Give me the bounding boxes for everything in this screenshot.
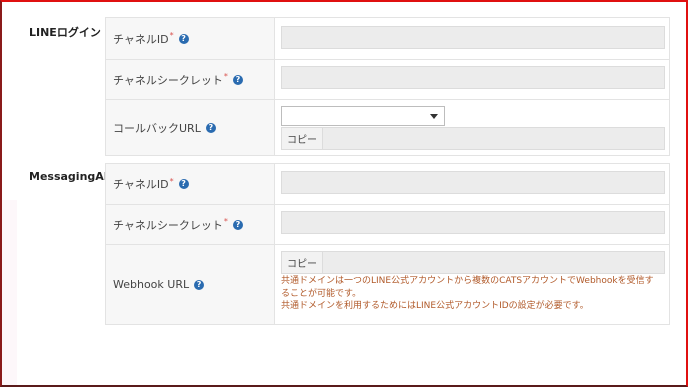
callback-url-select[interactable] [281, 106, 445, 126]
webhook-note-line: 共通ドメインは一つのLINE公式アカウントから複数のCATSアカウントでWebh… [281, 276, 654, 286]
required-mark: * [169, 176, 174, 186]
line-login-callback-url-label: コールバックURL ? [106, 100, 275, 155]
messaging-channel-id-cell [275, 164, 669, 204]
line-login-channel-secret-label: チャネルシークレット * ? [106, 60, 275, 99]
messaging-api-panel: チャネルID * ? チャネルシークレット * ? Webhook URL ? … [105, 163, 670, 325]
line-login-section-title: LINEログイン [29, 26, 101, 39]
line-login-callback-url-row: コールバックURL ? コピー [106, 100, 669, 155]
webhook-url-label: Webhook URL ? [106, 245, 275, 324]
help-icon[interactable]: ? [178, 179, 189, 189]
help-icon[interactable]: ? [205, 122, 216, 133]
messaging-api-section-title: MessagingAPI [29, 170, 116, 183]
line-login-channel-secret-row: チャネルシークレット * ? [106, 60, 669, 100]
chevron-down-icon [430, 114, 438, 119]
required-mark: * [223, 217, 228, 226]
messaging-channel-id-label: チャネルID * ? [106, 164, 275, 204]
line-login-channel-id-row: チャネルID * ? [106, 18, 669, 60]
help-icon[interactable]: ? [232, 219, 243, 230]
messaging-channel-secret-row: チャネルシークレット * ? [106, 205, 669, 245]
label-text: チャネルID [113, 32, 169, 46]
line-login-channel-id-input[interactable] [281, 26, 665, 49]
callback-url-field[interactable] [323, 127, 665, 150]
webhook-note: 共通ドメインは一つのLINE公式アカウントから複数のCATSアカウントでWebh… [281, 275, 665, 313]
line-login-callback-url-cell: コピー [275, 100, 669, 155]
line-login-channel-id-cell [275, 18, 669, 59]
messaging-channel-id-row: チャネルID * ? [106, 164, 669, 205]
webhook-url-copy-group: コピー [281, 251, 665, 274]
line-login-panel: チャネルID * ? チャネルシークレット * ? コールバックURL ? コピ… [105, 17, 670, 156]
required-mark: * [169, 31, 174, 40]
label-text: チャネルシークレット [113, 218, 223, 232]
webhook-url-cell: コピー 共通ドメインは一つのLINE公式アカウントから複数のCATSアカウントで… [275, 245, 669, 324]
webhook-url-field[interactable] [323, 251, 665, 274]
label-text: チャネルシークレット [113, 73, 223, 87]
messaging-channel-secret-cell [275, 205, 669, 244]
help-icon[interactable]: ? [232, 74, 243, 85]
webhook-url-copy-button[interactable]: コピー [281, 251, 323, 274]
line-login-channel-secret-cell [275, 60, 669, 99]
help-icon[interactable]: ? [194, 279, 205, 290]
webhook-note-line: ることが可能です。 [281, 288, 362, 299]
callback-url-copy-group: コピー [281, 127, 665, 150]
line-login-channel-secret-input[interactable] [281, 66, 665, 89]
line-login-channel-id-label: チャネルID * ? [106, 18, 275, 59]
callback-url-select-value [282, 114, 286, 125]
messaging-channel-id-input[interactable] [281, 171, 665, 194]
label-text: Webhook URL [113, 278, 190, 291]
callback-url-copy-button[interactable]: コピー [281, 127, 323, 150]
label-text: チャネルID [113, 178, 169, 191]
webhook-note-line: 共通ドメインを利用するためにはLINE公式アカウントIDの設定が必要です。 [281, 301, 589, 311]
label-text: コールバックURL [113, 121, 201, 135]
help-icon[interactable]: ? [178, 33, 189, 44]
messaging-channel-secret-input[interactable] [281, 211, 665, 234]
messaging-channel-secret-label: チャネルシークレット * ? [106, 205, 275, 244]
required-mark: * [223, 72, 228, 81]
webhook-url-row: Webhook URL ? コピー 共通ドメインは一つのLINE公式アカウントか… [106, 245, 669, 324]
